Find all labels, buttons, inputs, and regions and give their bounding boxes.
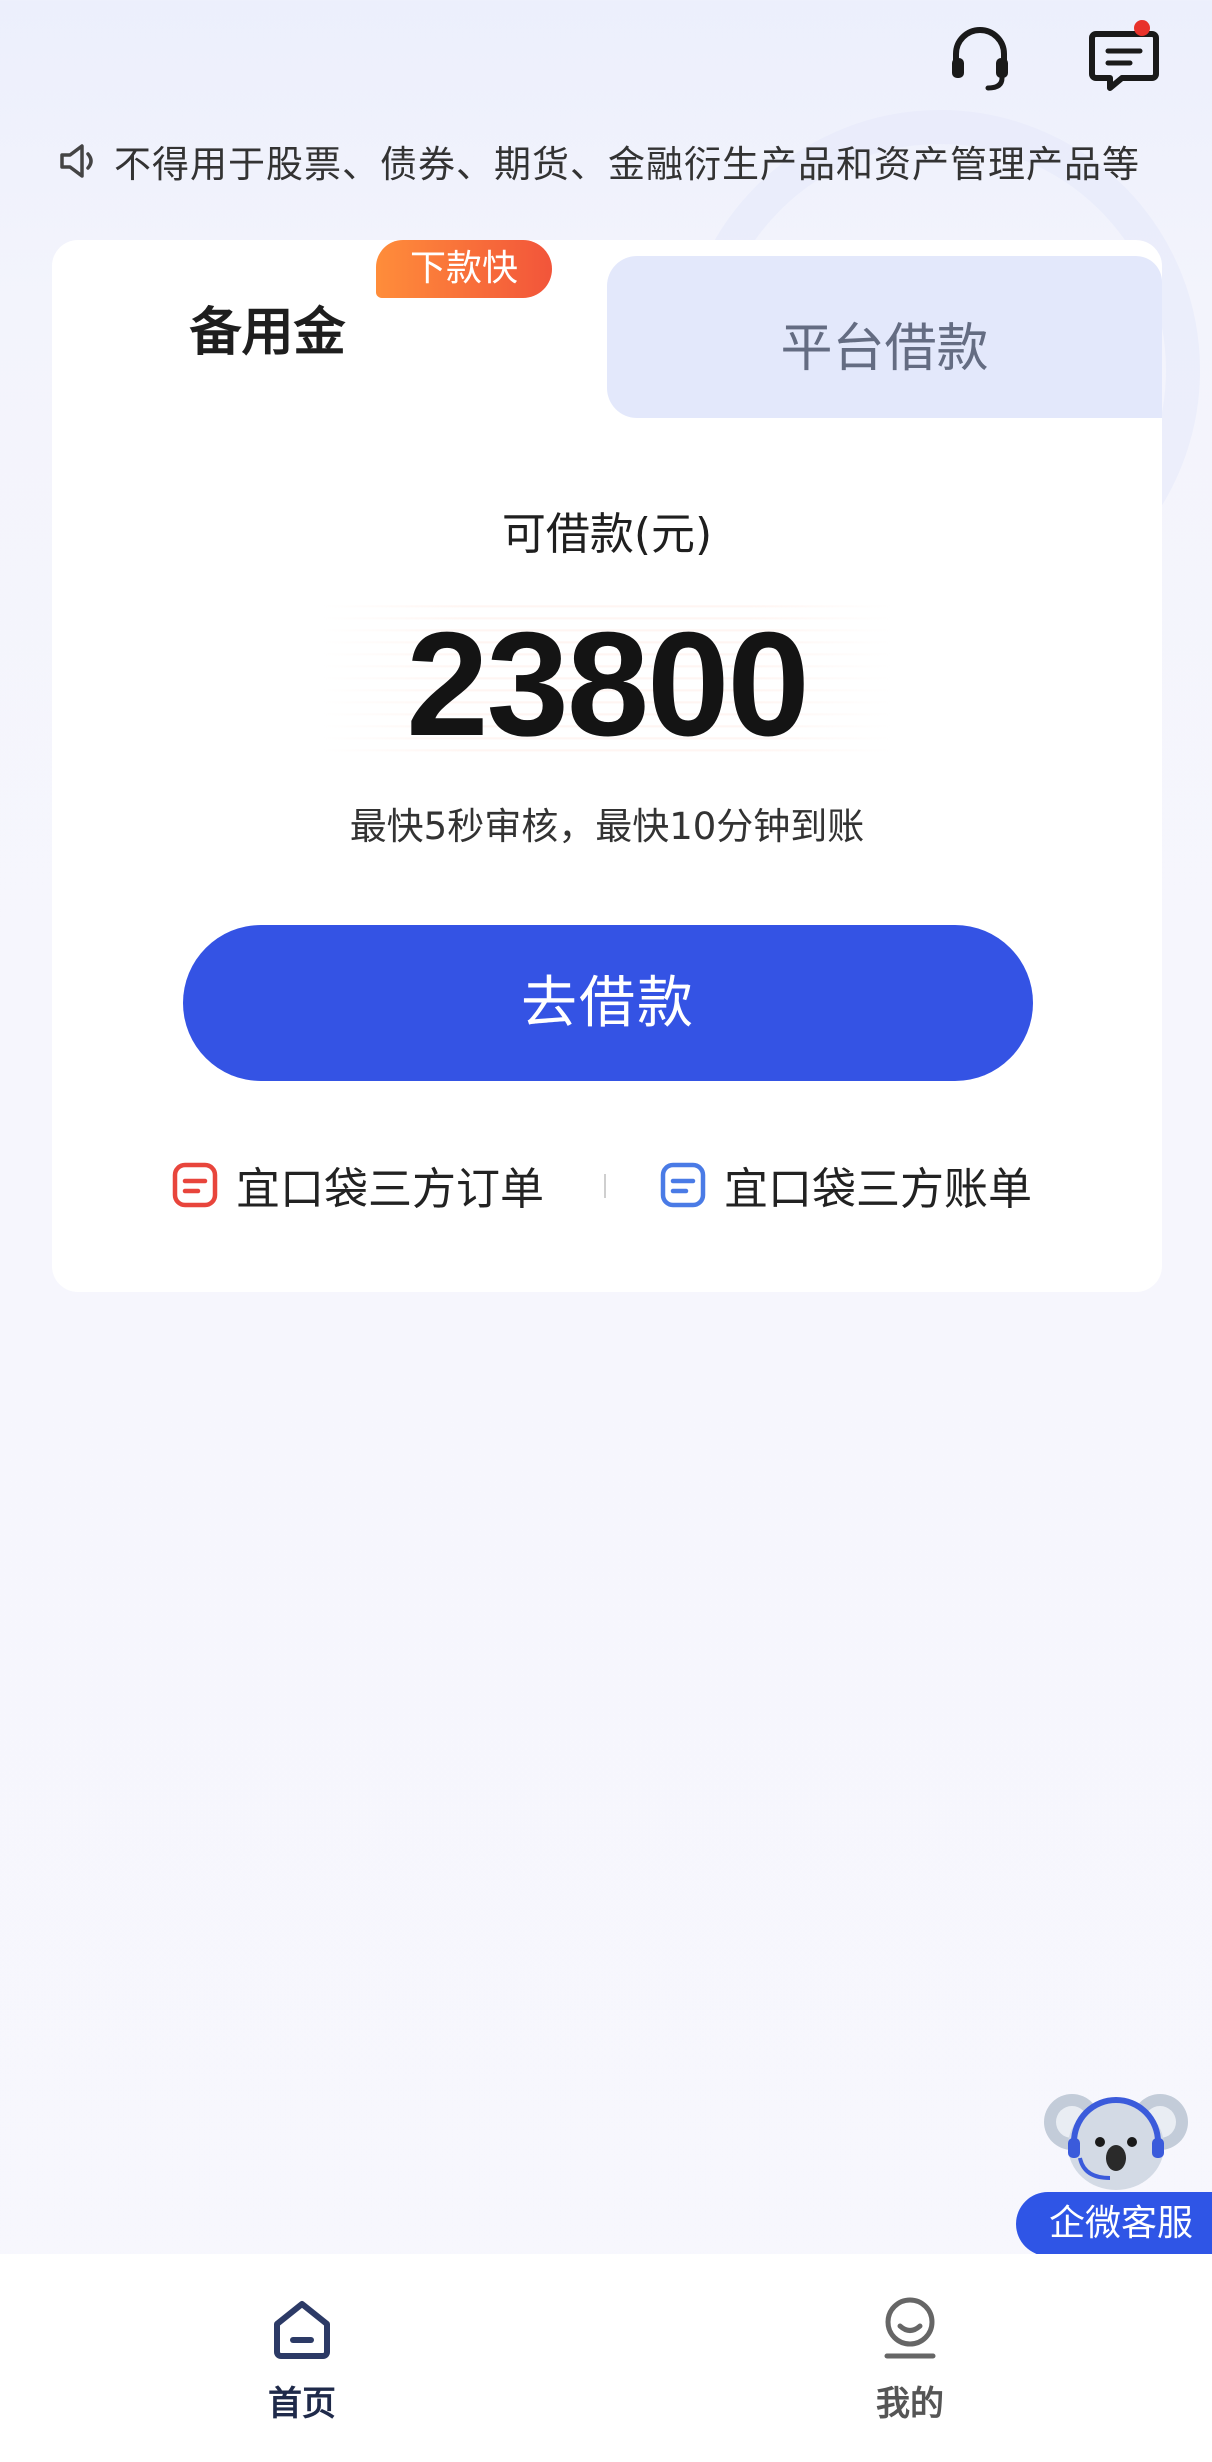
available-amount: 23800 [406, 602, 810, 767]
amount-label: 可借款(元) [501, 509, 713, 560]
tab-platform-loan[interactable]: 平台借款 [607, 256, 1162, 418]
nav-label: 我的 [876, 2384, 944, 2424]
third-party-bills-link[interactable]: 宜口袋三方账单 [658, 1150, 1032, 1220]
third-party-orders-link[interactable]: 宜口袋三方订单 [170, 1150, 544, 1220]
home-icon [267, 2294, 337, 2364]
fast-badge: 下款快 [376, 240, 552, 298]
link-label: 宜口袋三方订单 [236, 1164, 544, 1215]
notice-text: 不得用于股票、债券、期货、金融衍生产品和资产管理产品等 [114, 143, 1140, 186]
nav-home[interactable]: 首页 [222, 2294, 382, 2425]
profile-icon [875, 2294, 945, 2364]
nav-label: 首页 [268, 2384, 336, 2424]
document-icon [658, 1160, 708, 1210]
koala-icon [1036, 2084, 1196, 2204]
wecom-service-label: 企微客服 [1016, 2192, 1212, 2256]
tab-label: 平台借款 [780, 319, 989, 379]
borrow-button[interactable]: 去借款 [183, 925, 1033, 1081]
notice-bar: 不得用于股票、债券、期货、金融衍生产品和资产管理产品等 [54, 130, 1164, 192]
tab-reserve-fund[interactable]: 备用金 [52, 290, 607, 365]
loan-card: 平台借款 备用金 下款快 可借款(元) 23800 最快5秒审核，最快10分钟到… [52, 240, 1162, 1292]
tab-label: 备用金 [189, 303, 346, 363]
divider [604, 1174, 606, 1198]
wecom-service-float[interactable]: 企微客服 [1016, 2084, 1212, 2256]
speaker-icon [54, 137, 102, 185]
headset-icon[interactable] [940, 18, 1020, 98]
message-icon[interactable] [1084, 18, 1164, 98]
unread-dot [1134, 20, 1150, 36]
document-icon [170, 1160, 220, 1210]
nav-mine[interactable]: 我的 [830, 2294, 990, 2425]
link-row: 宜口袋三方订单 宜口袋三方账单 [52, 1150, 1162, 1220]
bottom-nav: 首页 我的 [0, 2254, 1212, 2462]
speed-text: 最快5秒审核，最快10分钟到账 [349, 805, 865, 848]
link-label: 宜口袋三方账单 [724, 1164, 1032, 1215]
